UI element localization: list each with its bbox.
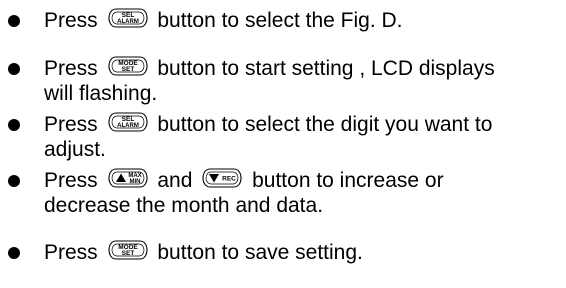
- bullet-icon: [8, 63, 20, 75]
- press-label: Press: [44, 9, 98, 32]
- instruction-text: button to start setting , LCD displays: [157, 57, 495, 80]
- up-max-min-button-icon: MAX MIN: [107, 167, 148, 189]
- instruction-text: button to increase or: [252, 169, 444, 192]
- list-item-text: Press MODE SET button to start setting ,…: [44, 56, 566, 81]
- svg-text:ALARM: ALARM: [117, 19, 139, 25]
- instruction-continuation: adjust.: [44, 138, 106, 161]
- press-label: Press: [44, 57, 98, 80]
- svg-text:SET: SET: [121, 66, 134, 73]
- instruction-continuation: will flashing.: [44, 82, 158, 105]
- press-label: Press: [44, 241, 98, 264]
- and-label: and: [157, 169, 193, 192]
- instruction-text: button to select the Fig. D.: [157, 9, 403, 32]
- list-item-text: Press MAX MIN and REC button to increase…: [44, 168, 566, 193]
- svg-text:REC: REC: [222, 176, 236, 183]
- list-item-text: Press SEL ALARM button to select the Fig…: [44, 8, 566, 33]
- instruction-text: button to select the digit you want to: [157, 113, 493, 136]
- list-item-text: Press SEL ALARM button to select the dig…: [44, 112, 566, 137]
- press-label: Press: [44, 169, 98, 192]
- bullet-icon: [8, 175, 20, 187]
- press-label: Press: [44, 113, 98, 136]
- instruction-list: Press SEL ALARM button to select the Fig…: [0, 0, 566, 288]
- mode-set-button-icon: MODE SET: [107, 239, 148, 261]
- mode-set-button-icon: MODE SET: [107, 55, 148, 77]
- svg-text:ALARM: ALARM: [117, 123, 139, 129]
- instruction-continuation: decrease the month and data.: [44, 194, 324, 217]
- bullet-icon: [8, 119, 20, 131]
- instruction-text: button to save setting.: [157, 241, 363, 264]
- svg-text:SET: SET: [121, 250, 134, 257]
- sel-alarm-button-icon: SEL ALARM: [107, 7, 148, 29]
- svg-text:MIN: MIN: [129, 179, 140, 185]
- svg-text:SEL: SEL: [121, 116, 134, 123]
- svg-text:SEL: SEL: [121, 12, 134, 19]
- list-item-text: Press MODE SET button to save setting.: [44, 240, 566, 265]
- sel-alarm-button-icon: SEL ALARM: [107, 111, 148, 133]
- bullet-icon: [8, 15, 20, 27]
- bullet-icon: [8, 247, 20, 259]
- down-rec-button-icon: REC: [202, 167, 242, 189]
